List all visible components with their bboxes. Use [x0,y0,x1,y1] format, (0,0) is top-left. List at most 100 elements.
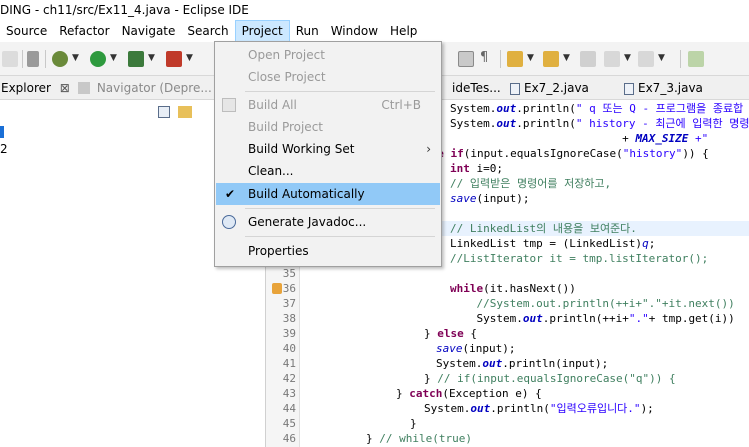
code-text: } catch(Exception e) { [396,386,542,401]
code-token: i=0; [469,162,503,175]
tree-item-label[interactable]: 2 [0,142,8,156]
editor-tab[interactable]: Ex7_3.java [624,76,703,100]
tab-package-explorer[interactable]: Explorer ⊠ [0,76,70,100]
menu-navigate[interactable]: Navigate [116,20,182,42]
code-line[interactable]: 45} [266,416,749,431]
menu-help[interactable]: Help [384,20,423,42]
skip-breakpoints-icon[interactable] [27,51,39,67]
menu-window[interactable]: Window [325,20,384,42]
menu-item-build-working-set[interactable]: Build Working Set › [215,138,441,160]
toolbar-separator [45,50,46,68]
code-text: System.out.println("입력오류입니다."); [424,401,654,416]
code-line[interactable]: 36 while(it.hasNext()) [266,281,749,296]
menu-item-open-project[interactable]: Open Project [215,44,441,66]
menu-item-build-automatically[interactable]: ✔ Build Automatically [216,183,440,205]
code-token: save [450,192,477,205]
menu-search[interactable]: Search [181,20,234,42]
menu-run[interactable]: Run [290,20,325,42]
code-line[interactable]: 39} else { [266,326,749,341]
menu-source[interactable]: Source [0,20,53,42]
warning-icon[interactable] [272,283,282,294]
chevron-down-icon[interactable]: ▼ [72,53,79,63]
line-number: 46 [282,432,296,445]
code-token: "입력오류입니다." [549,402,641,415]
editor-tab[interactable]: Ex7_2.java [510,76,589,100]
code-token: .println(++i+ [542,312,629,325]
run-icon[interactable] [90,51,106,67]
code-token: out [482,357,503,370]
code-token: ); [640,402,654,415]
menu-item-build-all[interactable]: Build All Ctrl+B [215,94,441,116]
chevron-down-icon[interactable]: ▼ [148,53,155,63]
chevron-down-icon[interactable]: ▼ [563,53,570,63]
code-token: + tmp.get(i)) [648,312,735,325]
menu-refactor[interactable]: Refactor [53,20,115,42]
chevron-down-icon[interactable]: ▼ [186,53,193,63]
code-token: } [410,417,417,430]
chevron-down-icon[interactable]: ▼ [527,53,534,63]
code-token: .println( [516,102,576,115]
code-token: } [424,372,438,385]
menu-item-close-project[interactable]: Close Project [215,66,441,88]
toolbar-separator [22,50,23,68]
menu-item-clean[interactable]: Clean... [215,160,441,182]
code-token: } [366,432,380,445]
code-line[interactable]: 35 [266,266,749,281]
code-text: lse if(input.equalsIgnoreCase("history")… [424,146,709,161]
menu-bar: Source Refactor Navigate Search Project … [0,20,749,42]
code-line[interactable]: 44 System.out.println("입력오류입니다."); [266,401,749,416]
code-token: (it.hasNext()) [483,282,576,295]
toggle-block-icon[interactable] [458,51,474,67]
menu-project[interactable]: Project [234,20,290,42]
tab-label: Navigator (Depre... [96,81,212,95]
code-token: while [450,282,484,295]
code-token: out [470,402,491,415]
last-edit-icon[interactable] [580,51,596,67]
line-number: 45 [282,417,296,430]
toolbar-separator [680,50,681,68]
menu-item-generate-javadoc[interactable]: Generate Javadoc... [215,211,441,233]
menu-item-properties[interactable]: Properties [215,240,441,262]
code-token: )) { [682,147,709,160]
code-line[interactable]: 38 System.out.println(++i+"."+ tmp.get(i… [266,311,749,326]
code-line[interactable]: 42} // if(input.equalsIgnoreCase("q")) { [266,371,749,386]
chevron-down-icon[interactable]: ▼ [624,53,631,63]
debug-icon[interactable] [52,51,68,67]
line-number: 39 [282,327,296,340]
chevron-down-icon[interactable]: ▼ [110,53,117,63]
code-token: } [396,387,410,400]
coverage-icon[interactable] [128,51,144,67]
previous-annotation-icon[interactable] [543,51,559,67]
pin-editor-icon[interactable] [688,51,704,67]
next-annotation-icon[interactable] [507,51,523,67]
java-file-icon [624,83,634,95]
code-token: +" [688,132,709,145]
editor-tab[interactable]: ideTes... [452,76,501,100]
code-line[interactable]: 37 //System.out.println(++i+"."+it.next(… [266,296,749,311]
link-with-editor-icon[interactable] [178,106,192,118]
external-tools-icon[interactable] [166,51,182,67]
code-text: while(it.hasNext()) [450,281,576,296]
tab-navigator[interactable]: Navigator (Depre... [78,76,212,100]
show-whitespace-icon[interactable]: ¶ [480,50,496,66]
code-line[interactable]: 41 System.out.println(input); [266,356,749,371]
close-icon[interactable]: ⊠ [60,81,70,95]
code-line[interactable]: 40 save(input); [266,341,749,356]
line-number: 37 [282,297,296,310]
code-line[interactable]: 43} catch(Exception e) { [266,386,749,401]
code-text: //System.out.println(++i+"."+it.next()) [450,296,734,311]
collapse-all-icon[interactable] [158,106,170,118]
code-token: if [450,147,464,160]
forward-icon[interactable] [638,51,654,67]
chevron-down-icon[interactable]: ▼ [658,53,665,63]
menu-item-build-project[interactable]: Build Project [215,116,441,138]
code-line[interactable]: 46} // while(true) [266,431,749,446]
line-number: 38 [282,312,296,325]
back-icon[interactable] [604,51,620,67]
code-token: System. [450,117,497,130]
code-token: MAX_SIZE [635,132,689,145]
line-number: 42 [282,372,296,385]
save-icon[interactable] [2,51,18,67]
code-text: int i=0; [450,161,503,176]
code-text: System.out.println(" history - 최근에 입력한 명… [450,116,749,131]
